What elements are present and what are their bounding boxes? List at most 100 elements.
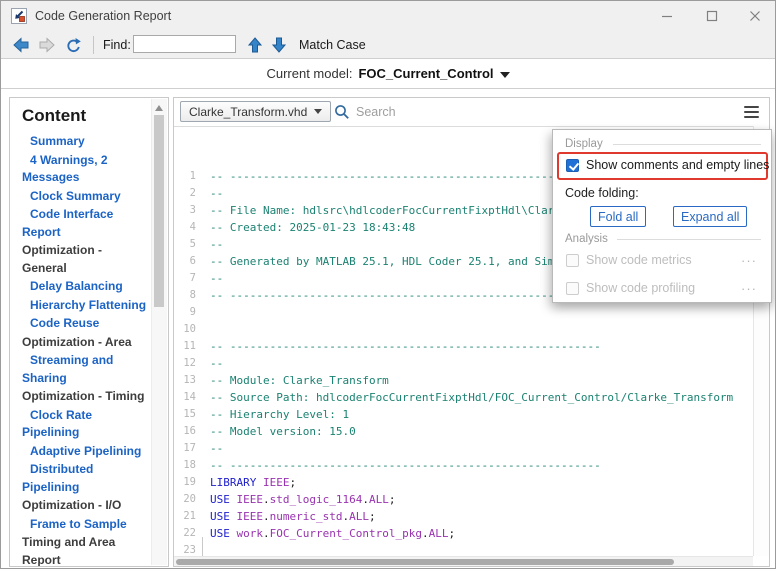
line-number: 4 — [174, 219, 196, 236]
find-input[interactable] — [133, 35, 236, 53]
model-dropdown-caret-icon[interactable] — [500, 72, 510, 78]
line-number: 10 — [174, 321, 196, 338]
code-token: ; — [389, 493, 396, 506]
match-case-toggle[interactable]: Match Case — [299, 31, 366, 59]
code-line: 16 -- Model version: 15.0 — [174, 423, 753, 440]
forward-icon[interactable] — [39, 37, 55, 53]
code-token: -- -------------------------------------… — [210, 170, 601, 183]
code-token: -- — [210, 442, 223, 455]
code-token: . — [263, 493, 270, 506]
code-token: LIBRARY — [210, 476, 256, 489]
file-dropdown-button[interactable]: Clarke_Transform.vhd — [180, 101, 331, 122]
code-token: -- Source Path: hdlcoderFocCurrentFixptH… — [210, 391, 733, 404]
sidebar-link[interactable]: Hierarchy Flattening — [22, 297, 150, 315]
expand-all-button[interactable]: Expand all — [673, 206, 747, 227]
line-number: 9 — [174, 304, 196, 321]
line-number: 6 — [174, 253, 196, 270]
scroll-up-icon[interactable] — [155, 105, 163, 111]
code-text: -- -------------------------------------… — [210, 289, 601, 302]
code-line: 22USE work.FOC_Current_Control_pkg.ALL; — [174, 525, 753, 542]
line-number: 13 — [174, 372, 196, 389]
show-code-metrics-label: Show code metrics — [586, 254, 692, 267]
code-line: 17-- — [174, 440, 753, 457]
code-text: -- -------------------------------------… — [210, 459, 601, 472]
sidebar-scrollbar[interactable] — [151, 99, 167, 565]
code-token: . — [263, 527, 270, 540]
content-heading: Content — [22, 106, 150, 126]
sidebar-link[interactable]: Summary — [22, 133, 150, 151]
line-number: 5 — [174, 236, 196, 253]
code-line: 20USE IEEE.std_logic_1164.ALL; — [174, 491, 753, 508]
line-number: 20 — [174, 491, 196, 508]
title-bar: Code Generation Report — [1, 1, 775, 32]
sidebar-link[interactable]: Code Reuse — [22, 315, 150, 333]
sidebar-link[interactable]: Distributed Pipelining — [22, 461, 150, 496]
show-code-profiling-label: Show code profiling — [586, 282, 695, 295]
current-model-name[interactable]: FOC_Current_Control — [358, 66, 493, 81]
profiling-ellipsis-icon: ··· — [741, 282, 757, 295]
show-comments-label: Show comments and empty lines — [586, 159, 769, 172]
sidebar-section-header: Optimization - Timing — [22, 388, 150, 406]
current-model-bar: Current model: FOC_Current_Control — [1, 59, 775, 89]
sidebar-link[interactable]: Code Interface Report — [22, 206, 150, 241]
line-number: 18 — [174, 457, 196, 474]
horizontal-scroll-thumb[interactable] — [176, 559, 674, 565]
sidebar-link[interactable]: Frame to Sample — [22, 516, 150, 534]
sidebar-scroll-thumb[interactable] — [154, 115, 164, 307]
code-line: 21USE IEEE.numeric_std.ALL; — [174, 508, 753, 525]
code-token: -- -------------------------------------… — [210, 340, 601, 353]
code-token: IEEE — [237, 510, 264, 523]
code-text: USE IEEE.numeric_std.ALL; — [210, 510, 376, 523]
code-token: FOC_Current_Control_pkg — [270, 527, 422, 540]
code-line: 14-- Source Path: hdlcoderFocCurrentFixp… — [174, 389, 753, 406]
code-token: numeric_std — [270, 510, 343, 523]
sidebar-section-header: Optimization - I/O — [22, 497, 150, 515]
show-comments-checkbox[interactable] — [566, 159, 579, 172]
code-token: work — [237, 527, 264, 540]
sidebar-link[interactable]: Clock Summary — [22, 188, 150, 206]
code-token: -- Hierarchy Level: 1 — [210, 408, 349, 421]
line-number: 11 — [174, 338, 196, 355]
sidebar-link[interactable]: 4 Warnings, 2 Messages — [22, 152, 150, 187]
find-next-icon[interactable] — [271, 37, 287, 53]
maximize-icon — [706, 10, 718, 22]
fold-all-button[interactable]: Fold all — [590, 206, 646, 227]
code-token: -- -------------------------------------… — [210, 289, 601, 302]
code-text: -- -------------------------------------… — [210, 170, 601, 183]
code-token: IEEE — [237, 493, 264, 506]
content-sidebar: Content Summary4 Warnings, 2 MessagesClo… — [9, 97, 169, 567]
code-generation-report-window: Code Generation Report Find: — [0, 0, 776, 569]
code-header: Clarke_Transform.vhd Search — [174, 98, 769, 127]
sidebar-link[interactable]: Adaptive Pipelining — [22, 443, 150, 461]
code-line: 13 -- Module: Clarke_Transform — [174, 372, 753, 389]
analysis-section-rule — [617, 239, 761, 240]
refresh-icon[interactable] — [65, 37, 81, 53]
code-line: 12-- — [174, 355, 753, 372]
menu-icon[interactable] — [744, 106, 759, 121]
find-previous-icon[interactable] — [247, 37, 263, 53]
code-horizontal-scrollbar[interactable] — [174, 556, 753, 566]
line-number: 16 — [174, 423, 196, 440]
code-text: -- — [210, 187, 223, 200]
close-button[interactable] — [737, 1, 773, 31]
sidebar-link[interactable]: Clock Rate Pipelining — [22, 407, 150, 442]
maximize-button[interactable] — [694, 1, 730, 31]
code-token: -- — [210, 272, 223, 285]
line-number: 22 — [174, 525, 196, 542]
back-icon[interactable] — [13, 37, 29, 53]
code-line: 19LIBRARY IEEE; — [174, 474, 753, 491]
code-search-input[interactable]: Search — [356, 98, 396, 126]
line-number: 19 — [174, 474, 196, 491]
code-token: ALL — [369, 493, 389, 506]
code-text: -- Module: Clarke_Transform — [210, 374, 389, 387]
find-toolbar: Find: Match Case — [1, 31, 775, 59]
minimize-icon — [661, 10, 673, 22]
code-text: -- Model version: 15.0 — [210, 425, 356, 438]
code-token — [230, 510, 237, 523]
minimize-button[interactable] — [649, 1, 685, 31]
sidebar-link[interactable]: Delay Balancing — [22, 278, 150, 296]
line-number: 1 — [174, 168, 196, 185]
sidebar-link[interactable]: Streaming and Sharing — [22, 352, 150, 387]
code-line: 23 — [174, 542, 753, 556]
code-token: std_logic_1164 — [270, 493, 363, 506]
